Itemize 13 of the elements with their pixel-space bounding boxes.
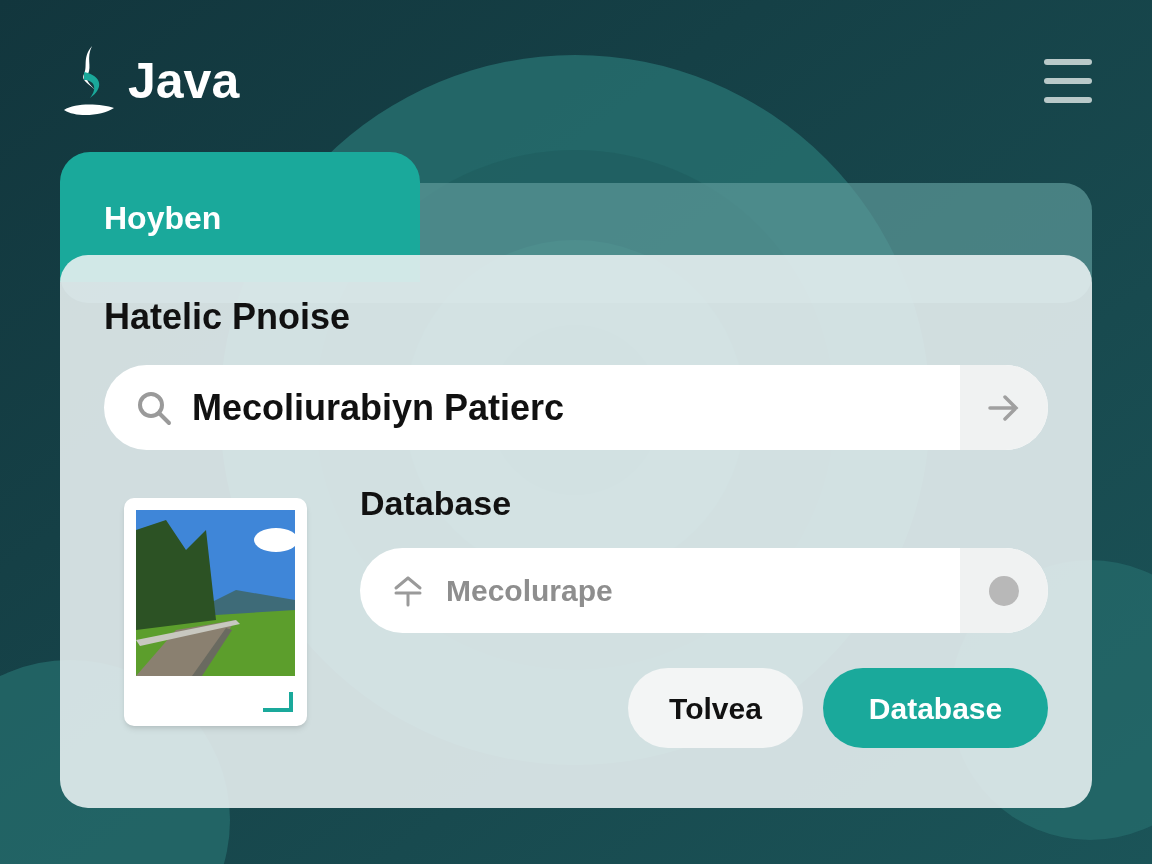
logo-text: Java [128,56,240,106]
arrow-right-icon [988,393,1020,422]
secondary-button[interactable]: Tolvea [628,668,803,748]
status-toggle[interactable] [960,548,1048,633]
search-icon [136,389,172,426]
thumbnail-card[interactable] [124,498,307,726]
corner-icon [261,690,293,712]
dot-icon [989,575,1019,606]
search-field[interactable]: Mecoliurabiyn Patierc [104,365,1048,450]
section-title: Database [360,486,513,520]
menu-icon[interactable] [1044,59,1092,103]
card-title: Hatelic Pnoise [104,299,352,335]
filter-icon [392,575,424,607]
